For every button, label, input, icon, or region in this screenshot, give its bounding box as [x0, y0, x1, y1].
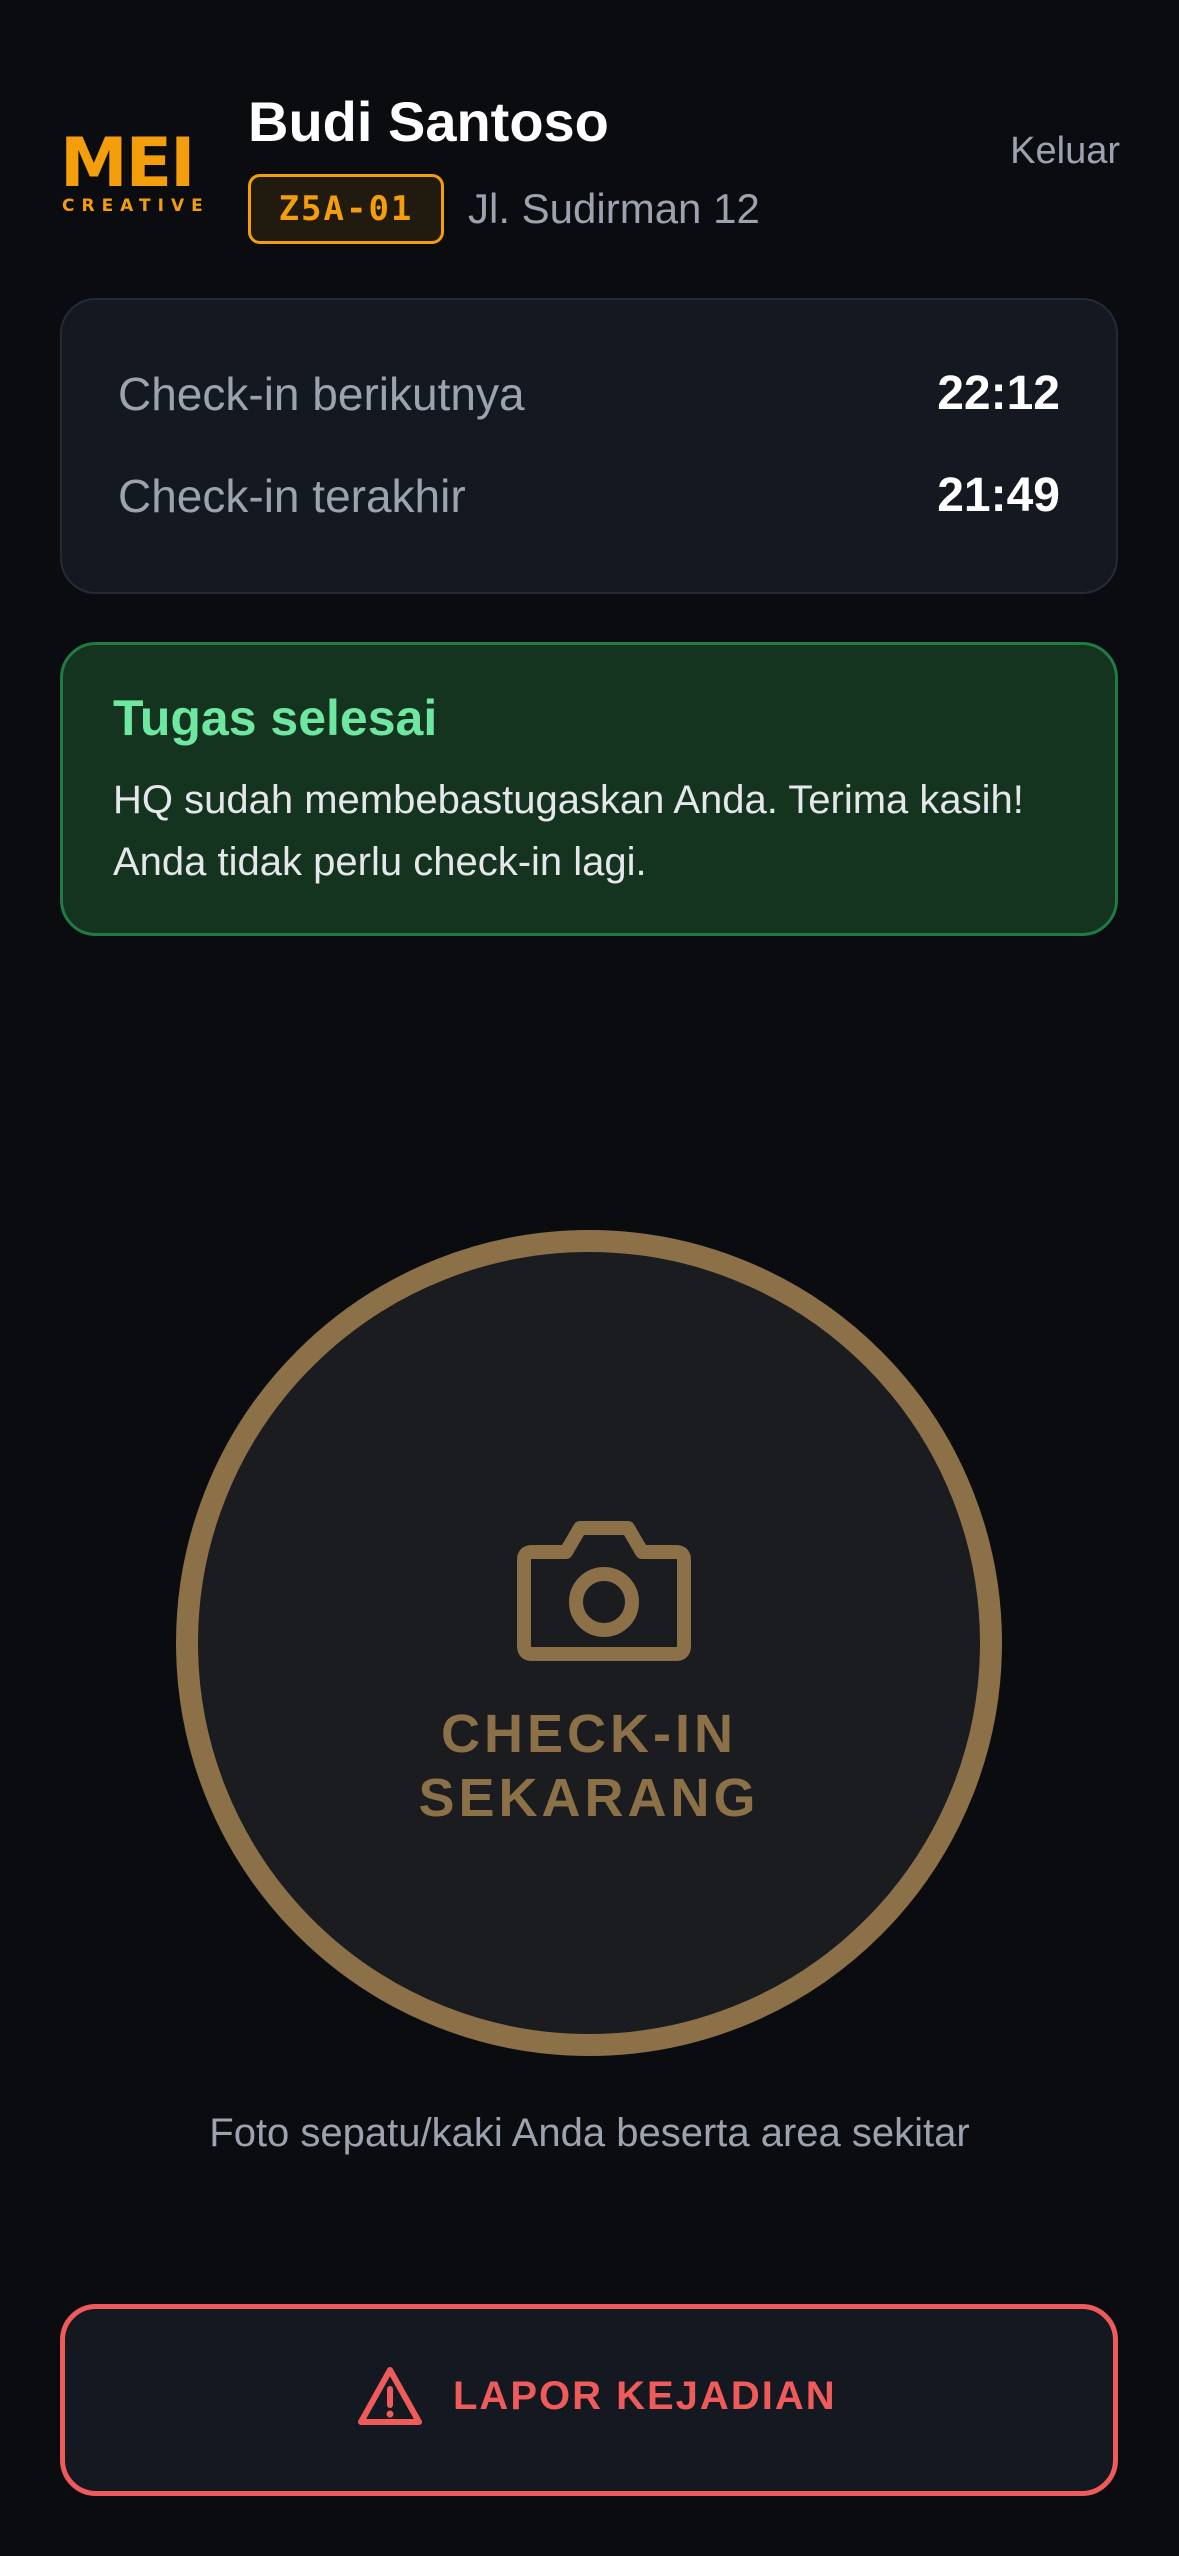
checkin-label-line1: CHECK-IN	[441, 1704, 737, 1764]
next-checkin-row: Check-in berikutnya 22:12	[118, 364, 1060, 424]
schedule-card: Check-in berikutnya 22:12 Check-in terak…	[60, 298, 1118, 594]
logo-subtext: CREATIVE	[62, 196, 210, 216]
app-screen: MEI CREATIVE Budi Santoso Z5A-01 Jl. Sud…	[0, 0, 1179, 2556]
status-message: HQ sudah membebastugaskan Anda. Terima k…	[113, 778, 1024, 884]
report-label: LAPOR KEJADIAN	[453, 2374, 837, 2418]
warning-icon	[358, 2367, 422, 2425]
last-checkin-row: Check-in terakhir 21:49	[118, 466, 1060, 526]
checkin-label: CHECK-IN SEKARANG	[198, 1702, 980, 1830]
last-checkin-label: Check-in terakhir	[118, 470, 466, 522]
post-code-badge: Z5A-01	[248, 174, 444, 244]
user-name: Budi Santoso	[248, 90, 609, 153]
next-checkin-label: Check-in berikutnya	[118, 368, 525, 420]
checkin-label-line2: SEKARANG	[418, 1768, 760, 1828]
photo-hint: Foto sepatu/kaki Anda beserta area sekit…	[209, 2111, 970, 2155]
last-checkin-time: 21:49	[937, 469, 1060, 522]
checkin-now-button[interactable]: CHECK-IN SEKARANG	[176, 1230, 1002, 2056]
logout-button[interactable]: Keluar	[1010, 126, 1120, 176]
status-title: Tugas selesai	[113, 690, 438, 746]
company-logo: MEI CREATIVE	[60, 130, 220, 220]
camera-icon	[517, 1521, 691, 1661]
report-incident-button[interactable]: LAPOR KEJADIAN	[60, 2304, 1118, 2496]
header: MEI CREATIVE Budi Santoso Z5A-01 Jl. Sud…	[60, 90, 1120, 260]
post-address: Jl. Sudirman 12	[468, 185, 760, 232]
logo-text: MEI	[60, 124, 195, 203]
next-checkin-time: 22:12	[937, 367, 1060, 420]
duty-status-card: Tugas selesai HQ sudah membebastugaskan …	[60, 642, 1118, 936]
